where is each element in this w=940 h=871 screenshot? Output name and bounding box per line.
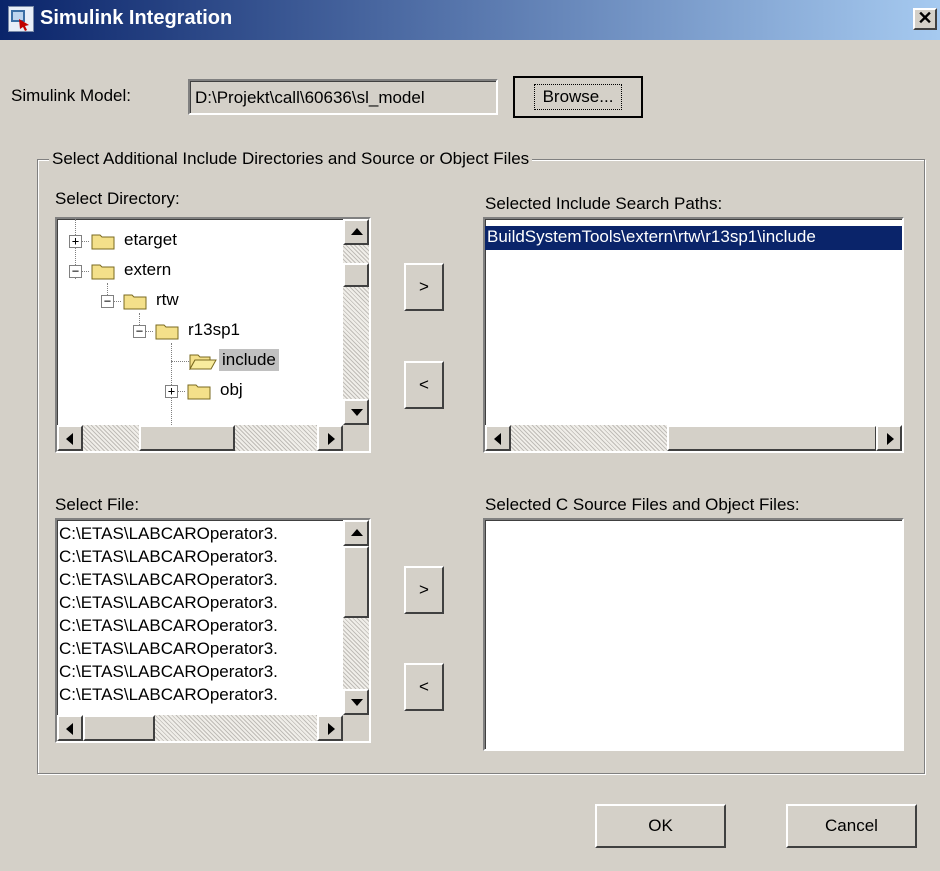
remove-source-label: < xyxy=(419,677,429,696)
expand-icon[interactable]: + xyxy=(165,385,178,398)
include-paths-label: Selected Include Search Paths: xyxy=(485,194,723,213)
tree-item-rtw[interactable]: − rtw xyxy=(57,286,343,316)
list-item[interactable]: C:\ETAS\LABCAROperator3. xyxy=(59,685,278,705)
list-item[interactable]: C:\ETAS\LABCAROperator3. xyxy=(59,570,278,590)
tree-item-label: rtw xyxy=(156,290,179,309)
remove-include-label: < xyxy=(419,375,429,394)
scroll-down-button[interactable] xyxy=(343,399,369,425)
source-files-label: Selected C Source Files and Object Files… xyxy=(485,495,800,514)
model-path-field[interactable]: D:\Projekt\call\60636\sl_model xyxy=(188,79,498,115)
directory-vertical-scrollbar[interactable] xyxy=(343,219,369,425)
arrow-up-icon xyxy=(351,529,363,536)
arrow-down-icon xyxy=(351,409,363,416)
include-paths-horizontal-scrollbar[interactable] xyxy=(485,425,902,451)
app-icon xyxy=(8,6,34,32)
collapse-icon[interactable]: − xyxy=(133,325,146,338)
list-item[interactable]: C:\ETAS\LABCAROperator3. xyxy=(59,639,278,659)
scroll-left-button[interactable] xyxy=(485,425,511,451)
tree-item-label: include xyxy=(219,349,279,371)
file-list[interactable]: C:\ETAS\LABCAROperator3. C:\ETAS\LABCARO… xyxy=(55,518,371,743)
tree-item-include[interactable]: include xyxy=(57,346,343,376)
list-item-label: BuildSystemTools\extern\rtw\r13sp1\inclu… xyxy=(487,227,816,246)
browse-button-label: Browse... xyxy=(533,84,623,110)
close-icon: ✕ xyxy=(917,8,933,28)
scroll-thumb[interactable] xyxy=(343,546,369,618)
simulink-icon xyxy=(11,10,29,31)
arrow-right-icon xyxy=(328,433,335,445)
file-list-viewport: C:\ETAS\LABCAROperator3. C:\ETAS\LABCARO… xyxy=(57,520,343,715)
close-button[interactable]: ✕ xyxy=(913,8,937,30)
tree-item-r13sp1[interactable]: − r13sp1 xyxy=(57,316,343,346)
add-source-button[interactable]: > xyxy=(404,566,444,614)
scroll-thumb[interactable] xyxy=(83,715,155,741)
scroll-up-button[interactable] xyxy=(343,219,369,245)
collapse-icon[interactable]: − xyxy=(101,295,114,308)
tree-item-obj[interactable]: + obj xyxy=(57,376,343,406)
add-source-label: > xyxy=(419,580,429,599)
ok-label: OK xyxy=(648,816,673,835)
tree-item-etarget[interactable]: + etarget xyxy=(57,226,343,256)
folder-icon xyxy=(91,264,115,280)
arrow-left-icon xyxy=(66,433,73,445)
scroll-left-button[interactable] xyxy=(57,715,83,741)
file-horizontal-scrollbar[interactable] xyxy=(57,715,343,741)
remove-source-button[interactable]: < xyxy=(404,663,444,711)
model-label: Simulink Model: xyxy=(11,86,131,105)
list-item[interactable]: C:\ETAS\LABCAROperator3. xyxy=(59,616,278,636)
cancel-button[interactable]: Cancel xyxy=(786,804,917,848)
arrow-down-icon xyxy=(351,699,363,706)
list-item[interactable]: C:\ETAS\LABCAROperator3. xyxy=(59,547,278,567)
open-folder-icon xyxy=(189,354,217,370)
select-file-label: Select File: xyxy=(55,495,140,514)
scroll-thumb[interactable] xyxy=(139,425,235,451)
tree-item-label: etarget xyxy=(124,230,177,249)
scroll-corner xyxy=(343,425,369,451)
list-item[interactable]: BuildSystemTools\extern\rtw\r13sp1\inclu… xyxy=(485,226,902,250)
add-include-label: > xyxy=(419,277,429,296)
window-title: Simulink Integration xyxy=(40,7,233,29)
arrow-up-icon xyxy=(351,228,363,235)
folder-icon xyxy=(91,234,115,250)
source-files-list[interactable] xyxy=(483,518,904,751)
browse-button[interactable]: Browse... xyxy=(513,76,643,118)
folder-icon xyxy=(155,324,179,340)
include-paths-list[interactable]: BuildSystemTools\extern\rtw\r13sp1\inclu… xyxy=(483,217,904,453)
group-title: Select Additional Include Directories an… xyxy=(49,149,533,169)
include-paths-viewport: BuildSystemTools\extern\rtw\r13sp1\inclu… xyxy=(485,219,902,425)
scroll-right-button[interactable] xyxy=(317,425,343,451)
scroll-corner xyxy=(343,715,369,741)
tree-item-label: extern xyxy=(124,260,172,279)
scroll-left-button[interactable] xyxy=(57,425,83,451)
collapse-icon[interactable]: − xyxy=(69,265,82,278)
scroll-thumb[interactable] xyxy=(343,263,369,287)
tree-item-extern[interactable]: − extern xyxy=(57,256,343,286)
file-vertical-scrollbar[interactable] xyxy=(343,520,369,715)
tree-item-label: r13sp1 xyxy=(188,320,240,339)
cancel-label: Cancel xyxy=(825,816,878,835)
list-item[interactable]: C:\ETAS\LABCAROperator3. xyxy=(59,662,278,682)
directory-tree[interactable]: + etarget − extern − rtw − r13sp1 includ… xyxy=(55,217,371,453)
arrow-left-icon xyxy=(494,433,501,445)
scroll-down-button[interactable] xyxy=(343,689,369,715)
arrow-right-icon xyxy=(328,723,335,735)
ok-button[interactable]: OK xyxy=(595,804,726,848)
scroll-right-button[interactable] xyxy=(317,715,343,741)
list-item[interactable]: C:\ETAS\LABCAROperator3. xyxy=(59,593,278,613)
scroll-right-button[interactable] xyxy=(876,425,902,451)
directory-horizontal-scrollbar[interactable] xyxy=(57,425,343,451)
scroll-up-button[interactable] xyxy=(343,520,369,546)
model-path-value: D:\Projekt\call\60636\sl_model xyxy=(195,88,425,107)
arrow-right-icon xyxy=(887,433,894,445)
tree-item-label: obj xyxy=(220,380,243,399)
folder-icon xyxy=(123,294,147,310)
remove-include-button[interactable]: < xyxy=(404,361,444,409)
add-include-button[interactable]: > xyxy=(404,263,444,311)
scroll-thumb[interactable] xyxy=(667,425,877,451)
expand-icon[interactable]: + xyxy=(69,235,82,248)
folder-icon xyxy=(187,384,211,400)
select-directory-label: Select Directory: xyxy=(55,189,180,208)
arrow-left-icon xyxy=(66,723,73,735)
directory-tree-viewport: + etarget − extern − rtw − r13sp1 includ… xyxy=(57,219,343,425)
list-item[interactable]: C:\ETAS\LABCAROperator3. xyxy=(59,524,278,544)
